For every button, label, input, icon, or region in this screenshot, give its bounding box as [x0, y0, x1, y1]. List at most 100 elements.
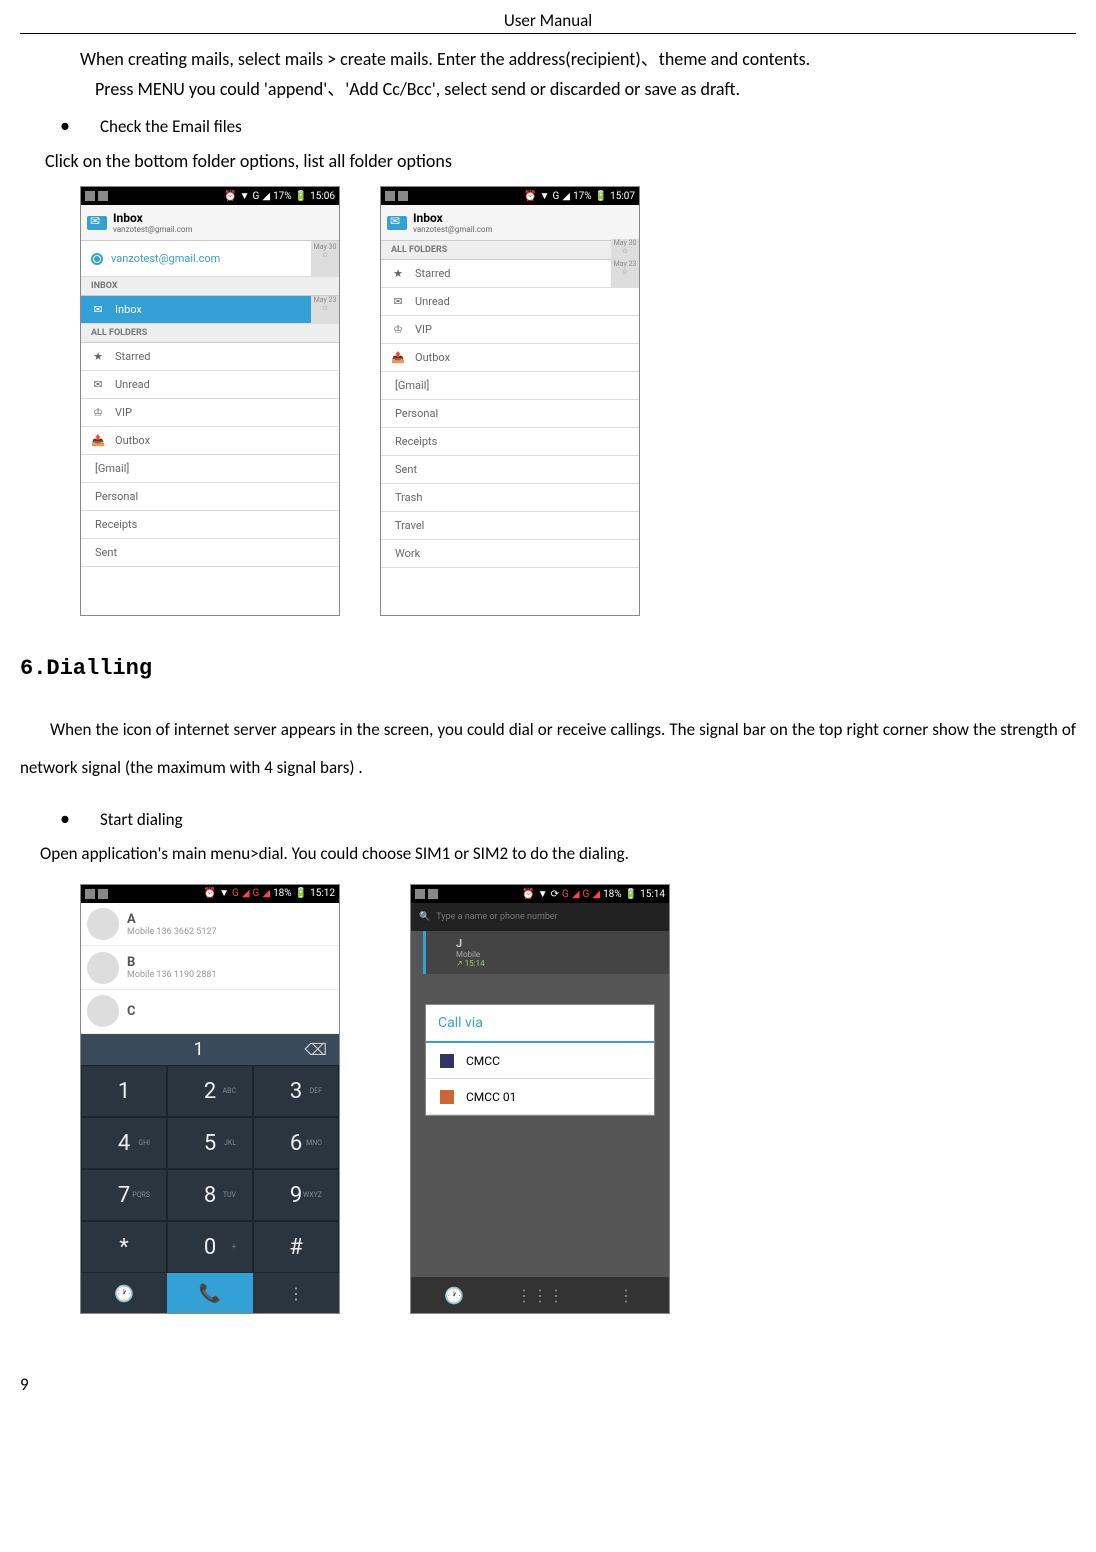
call-button[interactable]: 📞: [167, 1273, 253, 1313]
wifi-icon: ▼: [538, 889, 548, 900]
section-inbox-label: INBOX: [81, 277, 339, 296]
contact-b[interactable]: BMobile 136 1190 2881: [81, 946, 339, 990]
folder-vip[interactable]: ♔VIP: [81, 399, 339, 427]
clock-text: 15:07: [610, 191, 635, 202]
alarm-icon: ⏰: [204, 888, 216, 899]
backspace-icon[interactable]: ⌫: [304, 1040, 327, 1059]
bullet-check-email: Check the Email files: [60, 114, 1076, 138]
key-9[interactable]: 9WXYZ: [253, 1169, 339, 1221]
folder-receipts[interactable]: Receipts: [81, 511, 339, 539]
alarm-icon: ⏰: [224, 191, 236, 202]
avatar-icon: [87, 952, 119, 984]
dial-bottom-bar: 🕐 📞 ⋮: [81, 1273, 339, 1313]
folder-work[interactable]: Work: [381, 540, 639, 568]
dialed-digit: 1: [194, 1039, 204, 1060]
section-all-label: ALL FOLDERS: [81, 324, 339, 343]
crown-icon: ♔: [391, 323, 405, 337]
folder-starred[interactable]: ★Starred: [381, 260, 639, 288]
key-star[interactable]: *: [81, 1221, 167, 1273]
key-8[interactable]: 8TUV: [167, 1169, 253, 1221]
inbox-account: vanzotest@gmail.com: [113, 225, 192, 234]
battery-icon: 🔋: [625, 889, 637, 900]
folder-sent[interactable]: Sent: [381, 456, 639, 484]
inbox-header[interactable]: Inbox vanzotest@gmail.com: [81, 205, 339, 241]
folder-outbox[interactable]: 📤Outbox: [81, 427, 339, 455]
page-number: 9: [20, 1374, 1076, 1395]
recent-call[interactable]: J Mobile ↗ 15:14: [423, 931, 669, 974]
dialing-sub-text: Open application's main menu>dial. You c…: [40, 839, 1076, 869]
account-selector[interactable]: vanzotest@gmail.com May 30☆: [81, 241, 339, 277]
folder-personal[interactable]: Personal: [81, 483, 339, 511]
header-divider: [20, 33, 1076, 34]
menu-button[interactable]: ⋮: [583, 1277, 669, 1313]
dialpad-icon: ⋮⋮⋮: [516, 1286, 564, 1305]
key-3[interactable]: 3DEF: [253, 1065, 339, 1117]
phone-icon: 📞: [199, 1283, 221, 1304]
key-1[interactable]: 1: [81, 1065, 167, 1117]
menu-button[interactable]: ⋮: [253, 1273, 339, 1313]
envelope-icon: ✉: [91, 378, 105, 392]
inbox-header[interactable]: Inbox vanzotest@gmail.com: [381, 205, 639, 241]
folder-starred[interactable]: ★Starred: [81, 343, 339, 371]
battery-text: 17%: [273, 191, 292, 202]
date-badge: May 23☆: [611, 260, 639, 288]
search-row[interactable]: 🔍Type a name or phone number: [411, 903, 669, 931]
folder-gmail[interactable]: [Gmail]: [81, 455, 339, 483]
section-all-label: ALL FOLDERS: [381, 241, 639, 260]
folder-personal[interactable]: Personal: [381, 400, 639, 428]
key-2[interactable]: 2ABC: [167, 1065, 253, 1117]
star-icon: ★: [391, 267, 405, 281]
intro-line1: When creating mails, select mails > crea…: [80, 44, 1066, 74]
key-6[interactable]: 6MNO: [253, 1117, 339, 1169]
date-badge: May 30☆: [311, 241, 339, 277]
contact-c[interactable]: C: [81, 990, 339, 1034]
status-icon: [98, 889, 108, 899]
key-0[interactable]: 0+: [167, 1221, 253, 1273]
sim-option-cmcc01[interactable]: CMCC 01: [426, 1079, 654, 1115]
mail-icon: ✉: [91, 303, 105, 317]
mail-icon: [387, 216, 407, 230]
clock-icon: 🕐: [444, 1286, 464, 1305]
history-button[interactable]: 🕐: [81, 1273, 167, 1313]
history-button[interactable]: 🕐: [411, 1277, 497, 1313]
status-icon: [385, 191, 395, 201]
signal-icon: ◢: [562, 191, 570, 202]
wifi-icon: ▼: [219, 888, 229, 899]
keypad: 1 2ABC 3DEF 4GHI 5JKL 6MNO 7PQRS 8TUV 9W…: [81, 1065, 339, 1273]
signal-icon: ◢: [242, 888, 250, 899]
key-7[interactable]: 7PQRS: [81, 1169, 167, 1221]
sync-icon: ⟳: [551, 889, 559, 900]
key-4[interactable]: 4GHI: [81, 1117, 167, 1169]
dialpad-button[interactable]: ⋮⋮⋮: [497, 1277, 583, 1313]
folder-vip[interactable]: ♔VIP: [381, 316, 639, 344]
folder-unread[interactable]: ✉Unread: [81, 371, 339, 399]
folder-trash[interactable]: Trash: [381, 484, 639, 512]
account-email: vanzotest@gmail.com: [111, 252, 220, 265]
folder-outbox[interactable]: 📤Outbox: [381, 344, 639, 372]
status-icon: [85, 889, 95, 899]
wifi-icon: ▼: [240, 191, 250, 202]
status-bar: ⏰ ▼ G ◢ G ◢ 18% 🔋 15:12: [81, 885, 339, 903]
key-5[interactable]: 5JKL: [167, 1117, 253, 1169]
contact-a[interactable]: AMobile 136 3662 5127: [81, 903, 339, 947]
alarm-icon: ⏰: [522, 889, 534, 900]
status-icon: [85, 191, 95, 201]
status-bar: ⏰ ▼ G ◢ 17% 🔋 15:06: [81, 187, 339, 205]
menu-icon: ⋮: [618, 1286, 634, 1305]
folder-gmail[interactable]: [Gmail]: [381, 372, 639, 400]
search-placeholder: Type a name or phone number: [436, 912, 558, 922]
g-icon: G: [232, 888, 239, 899]
sim-option-cmcc[interactable]: CMCC: [426, 1043, 654, 1079]
date-badge: May 23☆: [311, 296, 339, 324]
clock-text: 15:12: [310, 888, 335, 899]
battery-text: 18%: [603, 889, 622, 900]
wifi-icon: ▼: [540, 191, 550, 202]
folder-receipts[interactable]: Receipts: [381, 428, 639, 456]
folder-travel[interactable]: Travel: [381, 512, 639, 540]
folder-sent[interactable]: Sent: [81, 539, 339, 567]
folder-inbox[interactable]: ✉Inbox: [81, 296, 339, 324]
key-hash[interactable]: #: [253, 1221, 339, 1273]
folder-unread[interactable]: ✉Unread: [381, 288, 639, 316]
inbox-account: vanzotest@gmail.com: [413, 225, 492, 234]
star-icon: ★: [91, 350, 105, 364]
